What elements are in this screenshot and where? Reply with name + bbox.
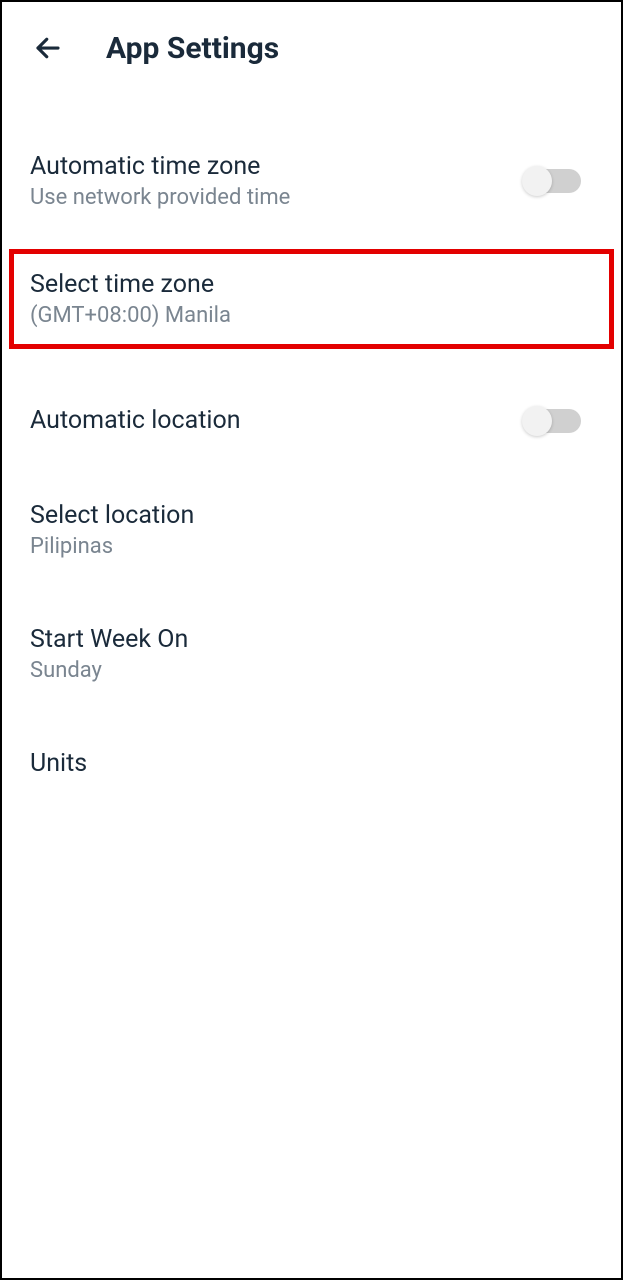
setting-text: Units [30,749,87,778]
setting-text: Automatic location [30,406,241,435]
setting-units[interactable]: Units [2,733,621,802]
setting-select-location[interactable]: Select location Pilipinas [2,485,621,583]
setting-automatic-timezone[interactable]: Automatic time zone Use network provided… [2,136,621,234]
setting-text: Select location Pilipinas [30,501,194,559]
setting-subtitle: Sunday [30,658,188,683]
back-arrow-icon[interactable] [30,30,66,66]
setting-start-week[interactable]: Start Week On Sunday [2,609,621,707]
toggle-knob [522,406,552,436]
toggle-knob [522,166,552,196]
settings-list: Automatic time zone Use network provided… [2,86,621,802]
setting-title: Automatic time zone [30,152,290,181]
setting-subtitle: Pilipinas [30,534,194,559]
setting-title: Units [30,749,87,778]
setting-select-timezone[interactable]: Select time zone (GMT+08:00) Manila [2,242,621,356]
setting-automatic-location[interactable]: Automatic location [2,390,621,459]
automatic-location-toggle[interactable] [525,409,581,433]
page-title: App Settings [106,31,279,66]
setting-text: Automatic time zone Use network provided… [30,152,290,210]
setting-text: Select time zone (GMT+08:00) Manila [30,270,231,328]
setting-subtitle: Use network provided time [30,185,290,210]
automatic-timezone-toggle[interactable] [525,169,581,193]
setting-title: Select location [30,501,194,530]
setting-text: Start Week On Sunday [30,625,188,683]
setting-title: Select time zone [30,270,231,299]
setting-title: Automatic location [30,406,241,435]
setting-title: Start Week On [30,625,188,654]
header: App Settings [2,2,621,86]
setting-subtitle: (GMT+08:00) Manila [30,303,231,328]
